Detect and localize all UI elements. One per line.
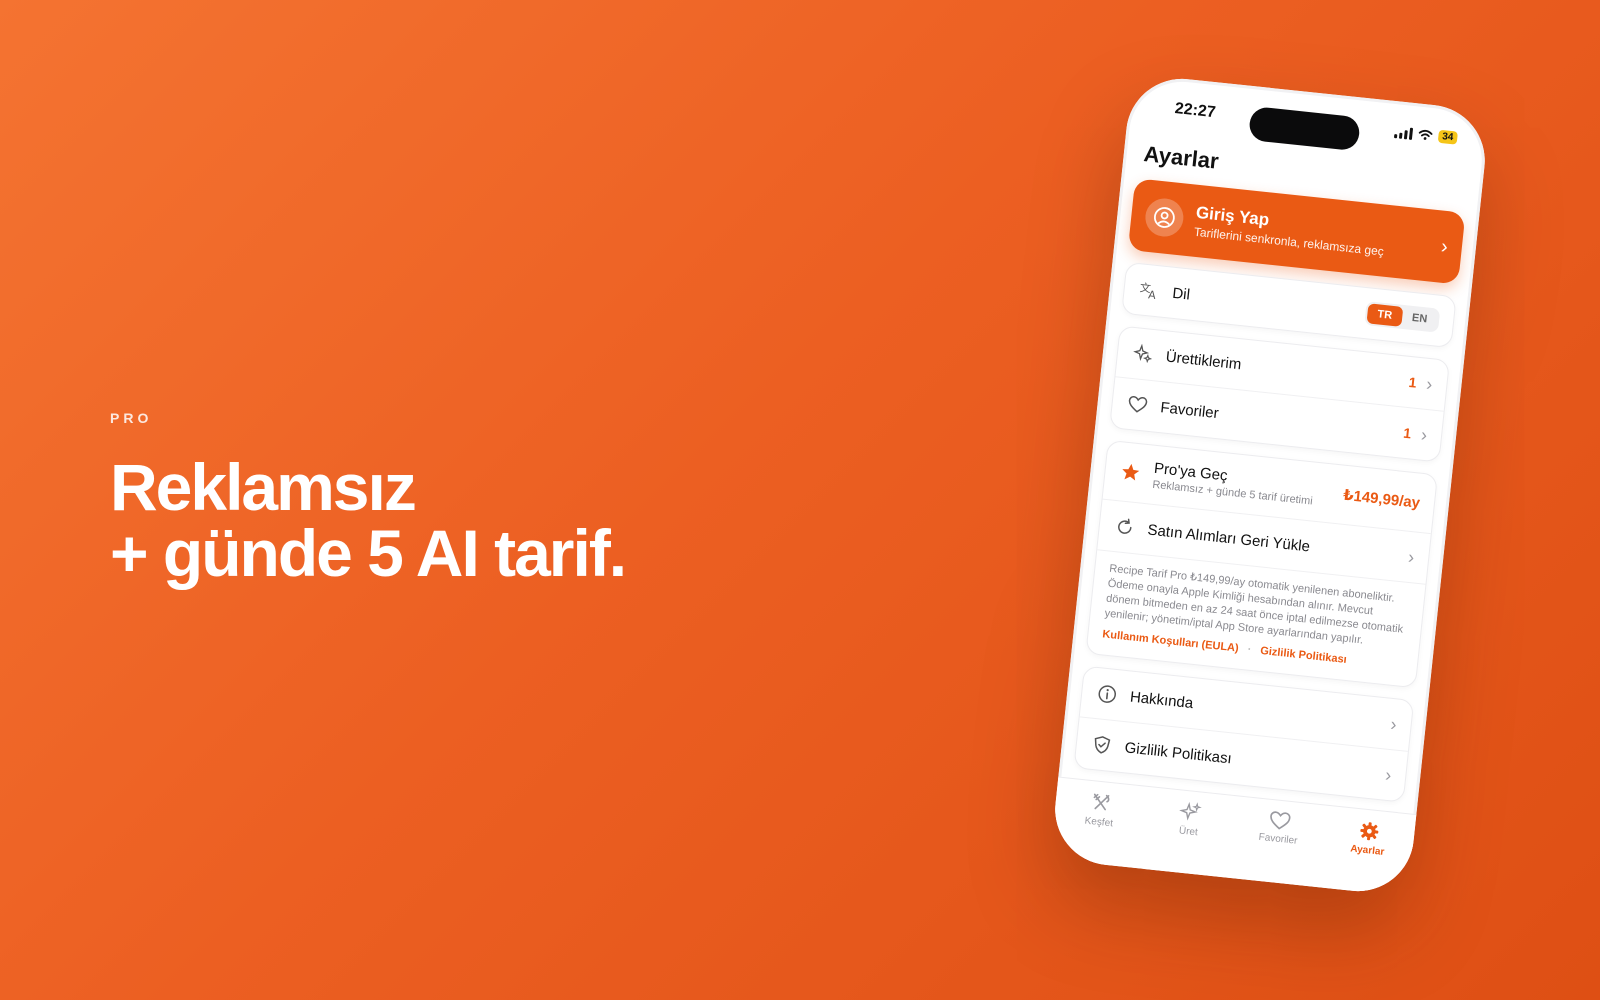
chevron-right-icon: › [1440, 235, 1450, 258]
privacy-policy-label: Gizlilik Politikası [1123, 738, 1233, 767]
generated-label: Ürettiklerim [1164, 347, 1243, 373]
language-option-tr[interactable]: TR [1366, 303, 1404, 327]
translate-icon: 文 A [1138, 278, 1162, 302]
tab-settings-label: Ayarlar [1349, 843, 1385, 858]
restore-purchases-label: Satın Alımları Geri Yükle [1146, 521, 1311, 555]
privacy-policy-link[interactable]: Gizlilik Politikası [1260, 645, 1348, 666]
login-text: Giriş Yap Tariflerini senkronla, reklams… [1193, 203, 1443, 265]
avatar-icon [1143, 196, 1186, 239]
tab-favorites-label: Favoriler [1258, 831, 1298, 847]
phone-screen: 22:27 34 Ayarlar Giriş Yap Tariflerini s… [1049, 73, 1491, 897]
heart-icon [1270, 811, 1291, 830]
pro-price: ₺149,99/ay [1342, 486, 1421, 512]
shield-check-icon [1090, 733, 1114, 757]
chevron-right-icon: › [1420, 424, 1429, 445]
info-icon [1095, 682, 1119, 706]
cellular-signal-icon [1393, 126, 1414, 140]
library-card: Ürettiklerim 1 › Favoriler 1 › [1109, 325, 1451, 463]
star-icon [1118, 460, 1142, 484]
go-pro-text: Pro'ya Geç Reklamsız + günde 5 tarif üre… [1152, 459, 1345, 510]
tab-generate[interactable]: Üret [1153, 798, 1226, 841]
language-option-en[interactable]: EN [1401, 307, 1438, 331]
sparkles-icon [1179, 801, 1202, 821]
chevron-right-icon: › [1407, 546, 1416, 567]
tab-favorites[interactable]: Favoriler [1243, 807, 1316, 848]
phone-mockup: 22:27 34 Ayarlar Giriş Yap Tariflerini s… [1049, 73, 1491, 897]
sparkles-icon [1131, 342, 1155, 366]
about-card: Hakkında › Gizlilik Politikası › [1073, 665, 1415, 803]
settings-screen: Ayarlar Giriş Yap Tariflerini senkronla,… [1073, 134, 1470, 803]
tab-explore[interactable]: Keşfet [1063, 788, 1136, 831]
chevron-right-icon: › [1425, 373, 1434, 394]
tab-settings[interactable]: Ayarlar [1332, 817, 1405, 860]
hero-headline-line-2: + günde 5 AI tarif. [110, 516, 627, 590]
restore-icon [1113, 515, 1137, 539]
chevron-right-icon: › [1389, 713, 1398, 734]
tab-explore-label: Keşfet [1084, 815, 1114, 830]
pro-card: Pro'ya Geç Reklamsız + günde 5 tarif üre… [1085, 439, 1439, 689]
status-icons: 34 [1393, 125, 1458, 145]
hero-eyebrow: PRO [110, 410, 153, 426]
link-separator: · [1247, 643, 1252, 656]
status-time: 22:27 [1173, 100, 1217, 122]
svg-text:A: A [1148, 288, 1157, 300]
hero-headline-line-1: Reklamsız [110, 450, 417, 524]
fork-knife-icon [1093, 793, 1110, 811]
chevron-right-icon: › [1384, 764, 1393, 785]
language-segmented-control: TR EN [1364, 301, 1441, 333]
tab-generate-label: Üret [1178, 825, 1199, 839]
favorites-count: 1 [1402, 424, 1412, 442]
gear-icon [1360, 822, 1379, 841]
generated-count: 1 [1407, 373, 1418, 391]
battery-icon: 34 [1437, 129, 1458, 145]
dynamic-island [1247, 105, 1361, 152]
hero-headline: Reklamsız + günde 5 AI tarif. [110, 450, 627, 590]
about-label: Hakkında [1129, 688, 1195, 712]
heart-icon [1126, 393, 1150, 417]
hero-section: PRO Reklamsız + günde 5 AI tarif. [110, 410, 627, 590]
language-label: Dil [1171, 284, 1191, 304]
favorites-label: Favoriler [1159, 398, 1220, 422]
wifi-icon [1418, 129, 1433, 140]
